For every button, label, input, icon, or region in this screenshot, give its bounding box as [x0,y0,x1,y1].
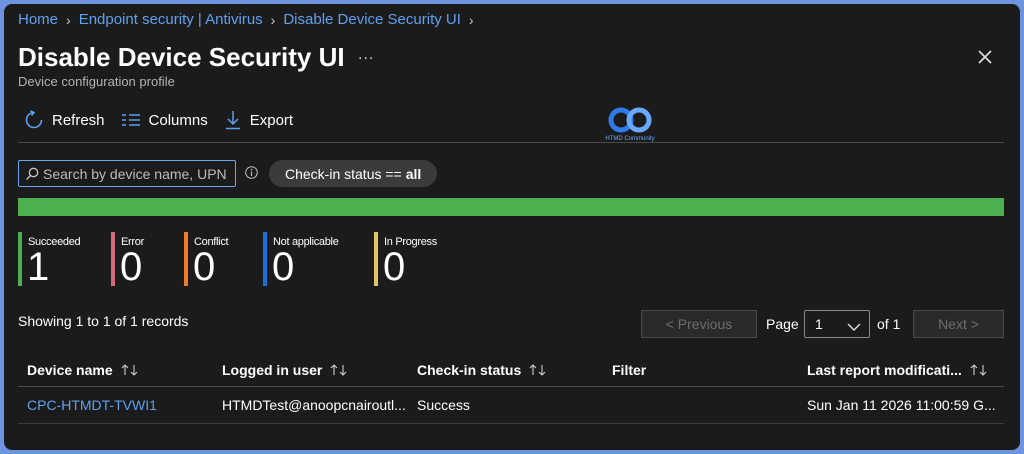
sort-icon[interactable] [529,363,547,376]
column-header-filter[interactable]: Filter [612,353,802,386]
check-in-status-cell: Success [417,397,470,413]
columns-icon [121,112,141,128]
columns-button[interactable]: Columns [121,112,208,129]
export-label: Export [249,111,294,129]
page-label: Page [766,316,799,332]
stat-value: 1 [27,245,50,289]
more-options-button[interactable]: ... [358,46,374,64]
sort-icon[interactable] [970,363,988,376]
stat-color-bar [184,232,188,286]
chevron-right-icon: › [468,11,474,28]
next-page-button[interactable]: Next > [913,310,1004,338]
column-header-label: Filter [612,361,647,378]
page-subtitle: Device configuration profile [18,74,175,89]
column-header-logged-in-user[interactable]: Logged in user [222,353,412,386]
toolbar-divider [18,142,1004,143]
chevron-right-icon: › [270,11,276,28]
columns-label: Columns [148,111,208,129]
table-row: CPC-HTMDT-TVWI1 HTMDTest@anoopcnairoutl.… [18,387,1004,424]
sort-icon[interactable] [330,363,348,376]
last-report-cell: Sun Jan 11 2026 11:00:59 G... [807,397,996,413]
breadcrumb-home[interactable]: Home [18,11,58,28]
refresh-button[interactable]: Refresh [24,110,105,130]
previous-page-button[interactable]: < Previous [641,310,757,338]
column-header-label: Logged in user [222,361,323,378]
download-icon [224,110,242,130]
stat-value: 0 [120,245,143,289]
refresh-icon [24,110,44,130]
column-header-device-name[interactable]: Device name [27,353,217,386]
column-header-label: Last report modificati... [807,361,962,378]
check-in-status-filter[interactable]: Check-in status == all [269,160,438,187]
search-icon [25,167,39,181]
blade-panel: Home › Endpoint security | Antivirus › D… [4,4,1020,450]
page-title: Disable Device Security UI [18,42,345,72]
breadcrumb: Home › Endpoint security | Antivirus › D… [18,11,474,28]
filter-value: all [405,165,422,182]
device-name-link[interactable]: CPC-HTMDT-TVWI1 [27,387,217,423]
column-header-last-report[interactable]: Last report modificati... [807,353,1004,386]
page-of-label: of 1 [877,316,901,332]
logged-in-user-cell: HTMDTest@anoopcnairoutl... [222,397,406,413]
filter-prefix: Check-in status == [285,165,402,182]
page-select[interactable]: 1 [804,310,870,338]
toolbar: Refresh Columns Export [24,110,293,130]
breadcrumb-endpoint-security[interactable]: Endpoint security | Antivirus [79,11,263,28]
breadcrumb-profile[interactable]: Disable Device Security UI [283,11,461,28]
column-header-check-in-status[interactable]: Check-in status [417,353,607,386]
chevron-right-icon: › [66,11,71,28]
search-input[interactable] [39,165,233,182]
stat-value: 0 [193,245,216,289]
status-progress-bar [18,198,1004,216]
page-select-value: 1 [815,316,823,332]
table-header: Device name Logged in user Check-in stat… [18,353,1004,387]
column-header-label: Device name [27,361,113,378]
search-box[interactable] [18,160,236,187]
stat-color-bar [374,232,378,286]
info-icon[interactable] [245,166,258,179]
htmd-logo: HTMD Community [604,107,656,145]
filter-cell [612,387,802,423]
refresh-label: Refresh [52,111,105,129]
chevron-down-icon [847,319,861,335]
stat-color-bar [111,232,115,286]
stat-value: 0 [383,245,406,289]
device-status-table: Device name Logged in user Check-in stat… [18,353,1004,424]
records-count: Showing 1 to 1 of 1 records [18,313,189,329]
sort-icon[interactable] [121,363,139,376]
export-button[interactable]: Export [224,110,293,130]
column-header-label: Check-in status [417,361,522,378]
close-icon[interactable] [974,46,996,68]
stat-color-bar [18,232,22,286]
stat-color-bar [263,232,267,286]
stat-value: 0 [272,245,295,289]
